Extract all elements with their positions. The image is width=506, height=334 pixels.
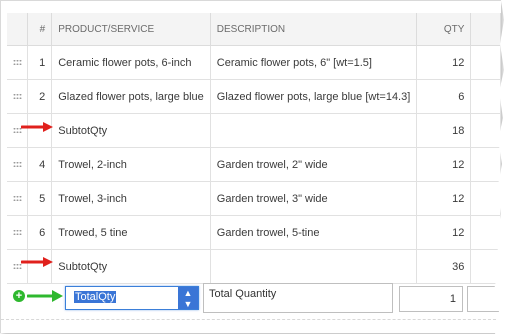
row-number: 5	[27, 181, 53, 216]
drag-handle[interactable]	[7, 215, 29, 250]
row-qty[interactable]: 12	[416, 215, 472, 250]
chevron-up-icon: ▲	[183, 288, 193, 298]
row-description[interactable]: Garden trowel, 2" wide	[210, 147, 418, 182]
header-product-service[interactable]: PRODUCT/SERVICE	[51, 13, 211, 46]
row-number: 4	[27, 147, 53, 182]
row-product[interactable]: Ceramic flower pots, 6-inch	[51, 45, 211, 80]
header-description[interactable]: DESCRIPTION	[210, 13, 418, 46]
drag-handle[interactable]	[7, 79, 29, 114]
header-qty[interactable]: QTY	[416, 13, 472, 46]
table-row[interactable]: 4 Trowel, 2-inch Garden trowel, 2" wide …	[7, 147, 501, 182]
drag-grip-icon	[12, 195, 22, 203]
next-row-divider	[1, 319, 501, 321]
qty-value: 1	[449, 293, 456, 305]
row-qty[interactable]: 18	[416, 113, 472, 148]
row-product[interactable]: Trowed, 5 tine	[51, 215, 211, 250]
row-description[interactable]: Ceramic flower pots, 6" [wt=1.5]	[210, 45, 418, 80]
row-qty[interactable]: 12	[416, 147, 472, 182]
row-number: 1	[27, 45, 53, 80]
drag-handle[interactable]	[7, 45, 29, 80]
description-field[interactable]: Total Quantity	[203, 283, 393, 313]
table-row[interactable]: 1 Ceramic flower pots, 6-inch Ceramic fl…	[7, 45, 501, 80]
subtotal-row[interactable]: SubtotQty 36	[7, 249, 501, 284]
row-qty[interactable]: 12	[416, 181, 472, 216]
row-description[interactable]: Garden trowel, 5-tine	[210, 215, 418, 250]
torn-edge	[494, 0, 506, 334]
description-value: Total Quantity	[209, 288, 277, 300]
green-arrow-icon	[27, 290, 63, 302]
header-number[interactable]: #	[27, 13, 53, 46]
add-line-button[interactable]: +	[13, 290, 25, 302]
red-arrow-icon	[21, 122, 53, 132]
table-row[interactable]: 6 Trowed, 5 tine Garden trowel, 5-tine 1…	[7, 215, 501, 250]
row-description[interactable]	[210, 113, 418, 148]
row-description[interactable]: Glazed flower pots, large blue [wt=14.3]	[210, 79, 418, 114]
qty-field[interactable]: 1	[399, 286, 463, 312]
table-header-row: # PRODUCT/SERVICE DESCRIPTION QTY	[7, 13, 501, 46]
row-product[interactable]: SubtotQty	[51, 113, 211, 148]
drag-grip-icon	[12, 229, 22, 237]
product-service-select[interactable]: TotalQty ▲ ▼	[65, 286, 199, 310]
row-product[interactable]: Glazed flower pots, large blue	[51, 79, 211, 114]
row-description[interactable]: Garden trowel, 3" wide	[210, 181, 418, 216]
row-qty[interactable]: 36	[416, 249, 472, 284]
row-description[interactable]	[210, 249, 418, 284]
product-select-value: TotalQty	[74, 291, 117, 303]
subtotal-row[interactable]: SubtotQty 18	[7, 113, 501, 148]
row-qty[interactable]: 12	[416, 45, 472, 80]
drag-handle[interactable]	[7, 181, 29, 216]
chevron-down-icon: ▼	[183, 299, 193, 309]
drag-handle[interactable]	[7, 147, 29, 182]
row-product[interactable]: Trowel, 3-inch	[51, 181, 211, 216]
line-items-table: # PRODUCT/SERVICE DESCRIPTION QTY 1 Cera…	[7, 13, 501, 284]
select-toggle-button[interactable]: ▲ ▼	[178, 287, 198, 309]
row-product[interactable]: Trowel, 2-inch	[51, 147, 211, 182]
drag-grip-icon	[12, 59, 22, 67]
header-handle	[7, 13, 29, 46]
drag-grip-icon	[12, 93, 22, 101]
table-row[interactable]: 2 Glazed flower pots, large blue Glazed …	[7, 79, 501, 114]
row-number: 2	[27, 79, 53, 114]
row-number: 6	[27, 215, 53, 250]
row-qty[interactable]: 6	[416, 79, 472, 114]
row-product[interactable]: SubtotQty	[51, 249, 211, 284]
invoice-line-items-panel: # PRODUCT/SERVICE DESCRIPTION QTY 1 Cera…	[0, 0, 501, 333]
table-row[interactable]: 5 Trowel, 3-inch Garden trowel, 3" wide …	[7, 181, 501, 216]
red-arrow-icon	[21, 257, 53, 267]
drag-grip-icon	[12, 161, 22, 169]
